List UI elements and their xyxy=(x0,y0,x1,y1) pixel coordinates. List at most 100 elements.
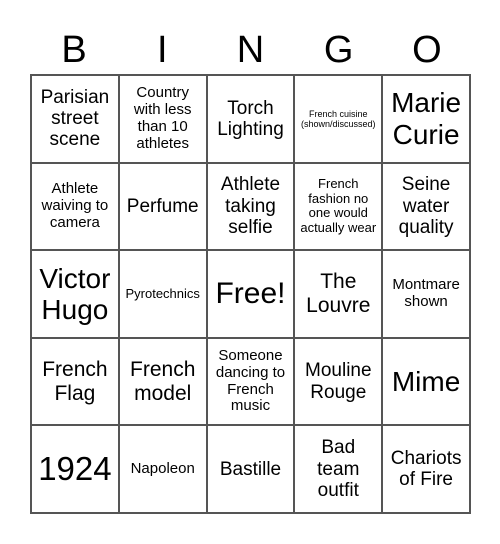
bingo-cell[interactable]: Perfume xyxy=(118,162,207,251)
bingo-cell[interactable]: Seine water quality xyxy=(382,162,470,251)
bingo-cell-line: Rouge xyxy=(310,381,367,403)
bingo-cell-line: dancing to xyxy=(215,363,286,381)
bingo-cell-line: 1924 xyxy=(38,449,112,487)
bingo-cell-text: Athlete waiving to camera xyxy=(42,180,109,231)
bingo-cell[interactable]: 1924 xyxy=(31,425,119,513)
bingo-cell[interactable]: Athlete waiving to camera xyxy=(31,162,119,251)
bingo-cell-line: French xyxy=(227,380,274,398)
bingo-cell-line: Athlete xyxy=(220,174,281,196)
bingo-cell-line: music xyxy=(230,397,271,415)
bingo-cell[interactable]: Someone dancing to French music xyxy=(206,337,295,426)
bingo-cell[interactable]: French cuisine (shown/discussed) xyxy=(294,75,383,163)
bingo-cell-text: Country with less than 10 athletes xyxy=(133,84,192,152)
bingo-cell-line: water xyxy=(402,195,450,217)
bingo-cell[interactable]: Parisian street scene xyxy=(31,75,119,163)
bingo-card-grid: Parisian street scene Country with less than … xyxy=(30,74,471,514)
bingo-cell-line: Victor xyxy=(39,262,111,294)
bingo-cell[interactable]: Mime xyxy=(382,337,470,426)
bingo-cell-line: Someone xyxy=(218,347,283,364)
bingo-cell-line: Country xyxy=(136,84,189,102)
bingo-cell-line: fashion no xyxy=(308,190,369,206)
header-letter-g: G xyxy=(323,29,354,71)
bingo-cell-line: Bad xyxy=(321,437,356,459)
bingo-cell[interactable]: Torch Lighting xyxy=(206,75,295,163)
bingo-cell-text: Perfume xyxy=(127,196,199,217)
bingo-cell-text: Seine water quality xyxy=(399,174,454,238)
bingo-cell-line: camera xyxy=(49,213,100,231)
bingo-cell-line: one would xyxy=(308,205,368,221)
bingo-cell-line: Mime xyxy=(391,365,461,397)
bingo-cell-line: French xyxy=(130,358,196,382)
bingo-cell[interactable]: Bastille xyxy=(206,425,295,513)
bingo-cell-text: Mime xyxy=(392,366,460,397)
bingo-cell-line: Torch xyxy=(227,97,274,119)
bingo-cell-text: French model xyxy=(130,358,195,405)
bingo-cell-line: Pyrotechnics xyxy=(125,285,200,301)
bingo-cell-text: Free! xyxy=(215,277,285,311)
bingo-cell[interactable]: French model xyxy=(118,337,207,426)
bingo-cell-line: Marie xyxy=(391,87,462,119)
bingo-cell-line: French cuisine xyxy=(309,108,368,119)
bingo-cell[interactable]: Napoleon xyxy=(118,425,207,513)
bingo-cell-text: Someone dancing to French music xyxy=(215,347,286,415)
header-letter-o: O xyxy=(412,29,442,71)
bingo-cell[interactable]: Pyrotechnics xyxy=(118,250,207,338)
bingo-cell-line: Bastille xyxy=(219,458,282,480)
bingo-cell-text: The Louvre xyxy=(306,270,370,317)
bingo-cell[interactable]: Marie Curie xyxy=(382,75,470,163)
bingo-cell-line: Perfume xyxy=(126,195,199,217)
bingo-cell-line: model xyxy=(134,381,192,405)
bingo-cell-text: Pyrotechnics xyxy=(125,285,200,302)
bingo-cell-text: Chariots of Fire xyxy=(391,448,462,491)
bingo-cell-line: French xyxy=(318,176,359,192)
bingo-cell-line: Flag xyxy=(54,381,96,405)
bingo-cell-line: French xyxy=(42,358,108,382)
bingo-cell-line: quality xyxy=(398,217,454,239)
bingo-cell[interactable]: Mouline Rouge xyxy=(294,337,383,426)
bingo-cell-line: Montmare xyxy=(392,276,460,294)
bingo-cell-line: Athlete xyxy=(51,180,99,198)
bingo-cell[interactable]: Bad team outfit xyxy=(294,425,383,513)
bingo-cell[interactable]: Montmare shown xyxy=(382,250,470,338)
bingo-cell[interactable]: Chariots of Fire xyxy=(382,425,470,513)
bingo-cell-line: Curie xyxy=(392,118,460,150)
header-letter-n: N xyxy=(236,29,265,71)
bingo-cell-line: Seine xyxy=(401,174,451,196)
bingo-cell-line: The xyxy=(320,270,357,294)
bingo-cell[interactable]: The Louvre xyxy=(294,250,383,338)
bingo-cell-text: Victor Hugo xyxy=(39,263,110,326)
bingo-cell-line: Parisian xyxy=(40,86,110,108)
bingo-cell-line: actually wear xyxy=(300,219,377,235)
bingo-cell-line: Louvre xyxy=(306,293,371,317)
bingo-cell-line: than 10 xyxy=(137,117,188,135)
bingo-header: B I N G O xyxy=(30,26,471,74)
bingo-cell[interactable]: French fashion no one would actually wear xyxy=(294,162,383,251)
bingo-cell-text: Bad team outfit xyxy=(317,437,359,501)
bingo-cell-line: of Fire xyxy=(399,469,454,491)
bingo-cell-line: Hugo xyxy=(41,293,109,325)
bingo-cell-text: 1924 xyxy=(38,449,112,488)
bingo-cell-free[interactable]: Free! xyxy=(206,250,295,338)
bingo-cell-line: Chariots xyxy=(390,447,462,469)
bingo-cell-line: taking xyxy=(225,195,276,217)
bingo-cell-line: (shown/discussed) xyxy=(301,118,376,129)
bingo-cell[interactable]: Country with less than 10 athletes xyxy=(118,75,207,163)
bingo-cell[interactable]: Victor Hugo xyxy=(31,250,119,338)
bingo-cell-text: Montmare shown xyxy=(392,276,460,311)
bingo-cell-line: Mouline xyxy=(305,360,372,382)
bingo-cell-text: Parisian street scene xyxy=(41,87,110,151)
bingo-cell-line: outfit xyxy=(317,479,359,501)
bingo-cell[interactable]: Athlete taking selfie xyxy=(206,162,295,251)
header-letter-b: B xyxy=(61,29,87,71)
bingo-cell[interactable]: French Flag xyxy=(31,337,119,426)
bingo-cell-line: street xyxy=(51,108,99,130)
bingo-cell-text: Mouline Rouge xyxy=(305,360,372,403)
bingo-cell-text: Marie Curie xyxy=(391,87,461,150)
bingo-cell-line: with less xyxy=(133,101,192,118)
header-letter-i: I xyxy=(157,29,168,71)
bingo-cell-text: Bastille xyxy=(220,459,281,480)
bingo-cell-line: shown xyxy=(404,292,448,310)
bingo-cell-text: Torch Lighting xyxy=(217,98,284,141)
bingo-cell-text: Athlete taking selfie xyxy=(221,174,280,238)
bingo-cell-line: team xyxy=(317,458,360,480)
